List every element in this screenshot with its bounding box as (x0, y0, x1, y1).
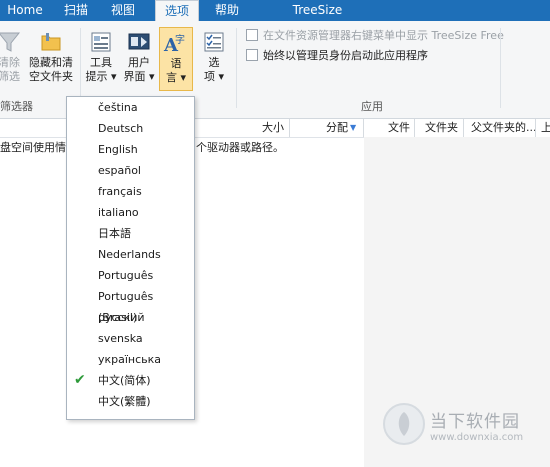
language-dropdown-menu: čeština Deutsch English español français… (66, 96, 195, 420)
language-button[interactable]: A 字 语 言 ▾ (159, 27, 193, 91)
language-item-english[interactable]: English (67, 139, 194, 160)
column-parent-percent[interactable]: 父文件夹的... (471, 119, 537, 137)
language-item-deutsch[interactable]: Deutsch (67, 118, 194, 139)
tab-scan[interactable]: 扫描 (55, 0, 97, 21)
explorer-context-menu-checkbox[interactable] (246, 29, 258, 41)
user-interface-label-1: 用户 (128, 56, 150, 69)
language-item-francais[interactable]: français (67, 181, 194, 202)
sort-down-icon: ▼ (350, 123, 357, 132)
user-interface-button[interactable]: 用户 界面 ▾ (122, 30, 156, 84)
clear-filter-label-1: 清除 (0, 56, 20, 69)
options-label-2: 项 ▾ (203, 70, 225, 83)
svg-text:字: 字 (175, 33, 185, 46)
language-item-nederlands[interactable]: Nederlands (67, 244, 194, 265)
column-size[interactable]: 大小 (262, 119, 284, 137)
column-divider (289, 119, 290, 137)
user-interface-label-2: 界面 ▾ (123, 70, 155, 83)
language-item-chinese-simplified[interactable]: ✔ 中文(简体) (67, 370, 194, 391)
filter-icon (0, 32, 21, 52)
column-divider (535, 119, 536, 137)
column-allocated[interactable]: 分配 (326, 119, 348, 137)
watermark-brand: 当下软件园 (430, 412, 520, 432)
language-item-label: 中文(简体) (98, 374, 151, 387)
tooltip-window-icon (91, 32, 111, 52)
language-item-espanol[interactable]: español (67, 160, 194, 181)
language-item-ukrainian[interactable]: українська (67, 349, 194, 370)
app-group-label: 应用 (361, 100, 383, 113)
language-item-portugues[interactable]: Português (67, 265, 194, 286)
language-item-cestina[interactable]: čeština (67, 97, 194, 118)
language-item-portugues-brasil[interactable]: Português (Brasil) (67, 286, 194, 324)
run-as-admin-label: 始终以管理员身份启动此应用程序 (263, 49, 428, 62)
tab-home[interactable]: Home (0, 0, 50, 21)
hide-empty-folders-button[interactable]: 隐藏和清 空文件夹 (27, 30, 75, 84)
user-interface-icon (128, 33, 150, 50)
explorer-context-menu-label: 在文件资源管理器右键菜单中显示 TreeSize Free (263, 29, 504, 42)
run-as-admin-checkbox[interactable] (246, 49, 258, 61)
column-divider (363, 119, 364, 137)
checkmark-icon: ✔ (74, 372, 86, 388)
language-item-svenska[interactable]: svenska (67, 328, 194, 349)
language-item-japanese[interactable]: 日本語 (67, 223, 194, 244)
tab-help[interactable]: 帮助 (206, 0, 248, 21)
language-label-2: 言 ▾ (165, 71, 187, 84)
language-icon: A 字 (163, 33, 185, 55)
folder-icon (41, 33, 61, 51)
filter-group-label: 筛选器 (0, 100, 33, 113)
watermark-logo-icon (398, 412, 410, 436)
watermark-logo (383, 403, 425, 445)
tab-view[interactable]: 视图 (102, 0, 144, 21)
options-button[interactable]: 选 项 ▾ (198, 30, 230, 84)
watermark-url: www.downxia.com (430, 432, 524, 443)
options-label-1: 选 (208, 56, 220, 69)
language-item-russian[interactable]: русский (67, 307, 194, 328)
language-item-chinese-traditional[interactable]: 中文(繁體) (67, 391, 194, 412)
options-list-icon (204, 32, 224, 52)
column-folders[interactable]: 文件夹 (425, 119, 458, 137)
ribbon-separator (500, 28, 501, 108)
hide-empty-folders-label-2: 空文件夹 (29, 70, 73, 83)
tooltips-button[interactable]: 工具 提示 ▾ (85, 30, 117, 84)
empty-hint-right: 个驱动器或路径。 (196, 141, 284, 154)
tooltips-label-2: 提示 ▾ (85, 70, 117, 83)
column-divider (414, 119, 415, 137)
tab-treesize-professional[interactable]: TreeSize Professional (255, 0, 380, 38)
column-files[interactable]: 文件 (388, 119, 410, 137)
column-last-access[interactable]: 上 (541, 119, 550, 137)
tab-options[interactable]: 选项 (155, 0, 199, 22)
clear-filter-label-2: 筛选 (0, 70, 20, 83)
language-label-1: 语 (170, 57, 182, 70)
language-item-italiano[interactable]: italiano (67, 202, 194, 223)
ribbon-separator (236, 28, 237, 108)
column-divider (463, 119, 464, 137)
tooltips-label-1: 工具 (90, 56, 112, 69)
hide-empty-folders-label-1: 隐藏和清 (29, 56, 73, 69)
clear-filter-button[interactable]: 清除 筛选 (0, 30, 22, 84)
